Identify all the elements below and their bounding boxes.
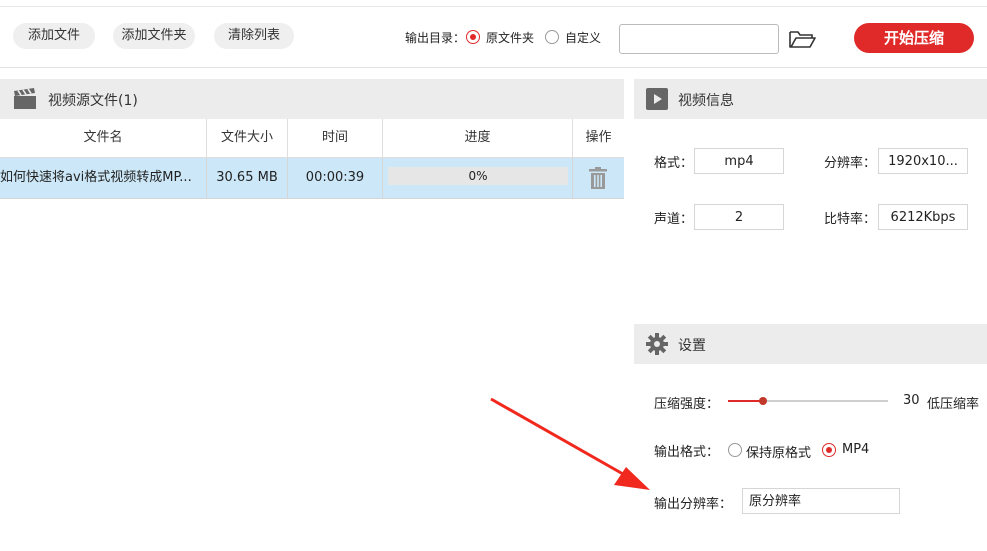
output-resolution-select[interactable]: 原分辨率 [742,488,900,514]
clear-list-button[interactable]: 清除列表 [214,23,294,49]
column-header-filename: 文件名 [83,130,123,145]
radio-custom[interactable] [545,30,559,44]
channel-label: 声道： [654,212,694,227]
source-folder-label: 原文件夹 [486,31,535,45]
strength-value: 30 [903,393,920,408]
settings-panel-title: 设置 [678,338,706,354]
column-divider [382,158,383,198]
bitrate-field: 6212Kbps [878,204,968,230]
add-file-button[interactable]: 添加文件 [13,23,95,49]
output-resolution-label: 输出分辨率： [654,497,733,512]
column-divider [572,158,573,198]
output-format-label: 输出格式： [654,445,720,460]
output-dir-label: 输出目录： [405,31,466,45]
radio-keep-format[interactable] [728,443,742,457]
settings-panel-header: 设置 [634,324,987,364]
strength-desc: 低压缩率 [927,397,980,412]
row-filesize: 30.65 MB [216,170,278,185]
resolution-field: 1920x10... [878,148,968,174]
channel-field: 2 [694,204,784,230]
radio-source-folder[interactable] [466,30,480,44]
top-border [0,0,987,7]
source-panel-header: 视频源文件(1) [0,79,624,119]
info-panel-header: 视频信息 [634,79,987,119]
table-header: 文件名 文件大小 时间 进度 操作 [0,119,624,158]
output-path-input[interactable] [619,24,779,54]
toolbar-divider [0,67,987,68]
video-clapper-icon [14,88,36,109]
bitrate-label: 比特率： [824,212,877,227]
mp4-label: MP4 [842,442,870,457]
row-filename: 如何快速将avi格式视频转成MP... [0,170,192,185]
start-compress-button[interactable]: 开始压缩 [854,23,974,53]
table-row[interactable]: 如何快速将avi格式视频转成MP... 30.65 MB 00:00:39 0% [0,158,624,199]
gear-icon [646,333,668,355]
slider-fill [728,400,764,402]
row-duration: 00:00:39 [305,170,365,185]
progress-text: 0% [468,169,488,183]
keep-format-label: 保持原格式 [746,446,812,461]
column-header-time: 时间 [321,130,348,145]
compression-slider[interactable] [728,397,888,405]
format-label: 格式： [654,156,694,171]
radio-mp4[interactable] [822,443,836,457]
column-header-size: 文件大小 [220,130,273,145]
add-folder-button[interactable]: 添加文件夹 [113,23,195,49]
custom-label: 自定义 [565,31,602,45]
column-header-progress: 进度 [464,130,491,145]
slider-thumb[interactable] [759,397,768,405]
column-header-action: 操作 [585,130,612,145]
progress-bar: 0% [388,167,568,185]
resolution-label: 分辨率： [824,156,877,171]
strength-label: 压缩强度： [654,397,720,412]
format-field: mp4 [694,148,784,174]
folder-open-icon[interactable] [788,28,816,50]
source-panel-title: 视频源文件(1) [48,93,138,109]
video-play-icon [646,88,668,110]
info-panel-title: 视频信息 [678,93,734,109]
trash-icon[interactable] [588,167,608,189]
